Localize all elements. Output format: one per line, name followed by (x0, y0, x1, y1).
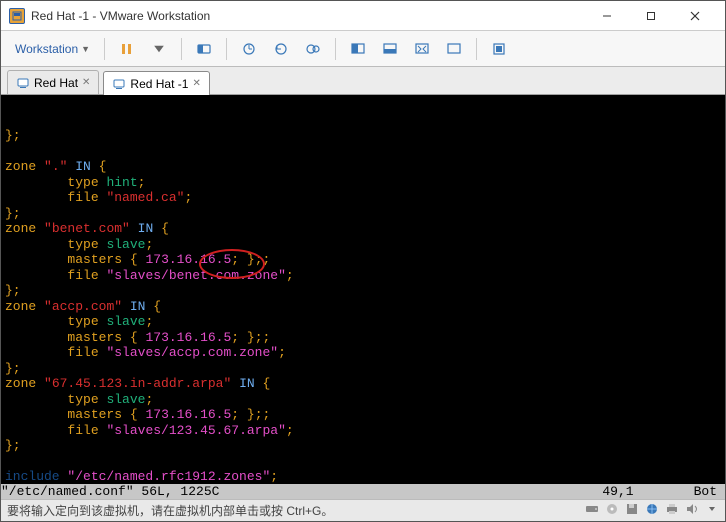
vm-tab-redhat[interactable]: Red Hat ✕ (7, 70, 99, 94)
vm-tab-redhat-1[interactable]: Red Hat -1 ✕ (103, 71, 209, 95)
workstation-menu[interactable]: Workstation ▼ (9, 38, 96, 60)
vmware-app-icon (9, 8, 25, 24)
workstation-menu-label: Workstation (15, 42, 78, 56)
view-thumbnails-button[interactable] (376, 35, 404, 63)
window-titlebar: Red Hat -1 - VMware Workstation (1, 1, 725, 31)
hdd-icon[interactable] (585, 502, 599, 519)
terminal-line (5, 144, 721, 160)
toolbar: Workstation ▼ (1, 31, 725, 67)
terminal-line: type slave; (5, 237, 721, 253)
terminal-line: }; (5, 283, 721, 299)
terminal-line: type hint; (5, 175, 721, 191)
terminal-line: }; (5, 128, 721, 144)
terminal-line: }; (5, 438, 721, 454)
terminal-line: zone "." IN { (5, 159, 721, 175)
stretch-guest-button[interactable] (408, 35, 436, 63)
tab-close-icon[interactable]: ✕ (82, 77, 90, 88)
vim-cursor-pos: 49,1 (602, 484, 693, 499)
unity-mode-button[interactable] (485, 35, 513, 63)
guest-terminal[interactable]: }; zone "." IN { type hint; file "named.… (1, 95, 725, 484)
vm-tab-label: Red Hat -1 (130, 77, 188, 91)
minimize-button[interactable] (585, 2, 629, 30)
terminal-line: file "slaves/benet.com.zone"; (5, 268, 721, 284)
vim-status-left: "/etc/named.conf" 56L, 1225C (1, 484, 219, 499)
toolbar-separator (335, 38, 336, 60)
input-hint-message: 要将输入定向到该虚拟机，请在虚拟机内部单击或按 Ctrl+G。 (7, 502, 585, 519)
device-tray (585, 502, 719, 519)
vmware-statusbar: 要将输入定向到该虚拟机，请在虚拟机内部单击或按 Ctrl+G。 (1, 499, 725, 521)
fullscreen-button[interactable] (440, 35, 468, 63)
vm-tab-icon (112, 77, 126, 91)
printer-icon[interactable] (665, 502, 679, 519)
tab-close-icon[interactable]: ✕ (192, 78, 200, 89)
terminal-line: }; (5, 361, 721, 377)
terminal-line: zone "67.45.123.in-addr.arpa" IN { (5, 376, 721, 392)
vm-tabbar: Red Hat ✕ Red Hat -1 ✕ (1, 67, 725, 95)
snapshot-manager-button[interactable] (299, 35, 327, 63)
chevron-down-icon: ▼ (81, 44, 90, 54)
terminal-line (5, 454, 721, 470)
terminal-line: file "slaves/123.45.67.arpa"; (5, 423, 721, 439)
network-icon[interactable] (645, 502, 659, 519)
terminal-line: type slave; (5, 314, 721, 330)
vim-status-line: "/etc/named.conf" 56L, 1225C 49,1 Bot (1, 484, 725, 499)
toolbar-separator (476, 38, 477, 60)
terminal-line: masters { 173.16.16.5; };; (5, 407, 721, 423)
close-button[interactable] (673, 2, 717, 30)
snapshot-revert-button[interactable] (267, 35, 295, 63)
power-dropdown-button[interactable] (145, 35, 173, 63)
send-ctrl-alt-del-button[interactable] (190, 35, 218, 63)
sound-icon[interactable] (685, 502, 699, 519)
terminal-line: file "slaves/accp.com.zone"; (5, 345, 721, 361)
floppy-icon[interactable] (625, 502, 639, 519)
maximize-button[interactable] (629, 2, 673, 30)
pause-button[interactable] (113, 35, 141, 63)
view-console-button[interactable] (344, 35, 372, 63)
vm-tab-icon (16, 76, 30, 90)
terminal-line: }; (5, 206, 721, 222)
tray-more-icon[interactable] (705, 502, 719, 519)
terminal-line: type slave; (5, 392, 721, 408)
toolbar-separator (104, 38, 105, 60)
window-title: Red Hat -1 - VMware Workstation (31, 9, 210, 23)
toolbar-separator (181, 38, 182, 60)
terminal-line: masters { 173.16.16.5; };; (5, 330, 721, 346)
terminal-line: zone "accp.com" IN { (5, 299, 721, 315)
toolbar-separator (226, 38, 227, 60)
terminal-line: zone "benet.com" IN { (5, 221, 721, 237)
terminal-line: masters { 173.16.16.5; };; (5, 252, 721, 268)
vm-tab-label: Red Hat (34, 76, 78, 90)
snapshot-take-button[interactable] (235, 35, 263, 63)
cd-icon[interactable] (605, 502, 619, 519)
terminal-line: file "named.ca"; (5, 190, 721, 206)
terminal-line: include "/etc/named.rfc1912.zones"; (5, 469, 721, 484)
vim-scroll-pos: Bot (694, 484, 725, 499)
